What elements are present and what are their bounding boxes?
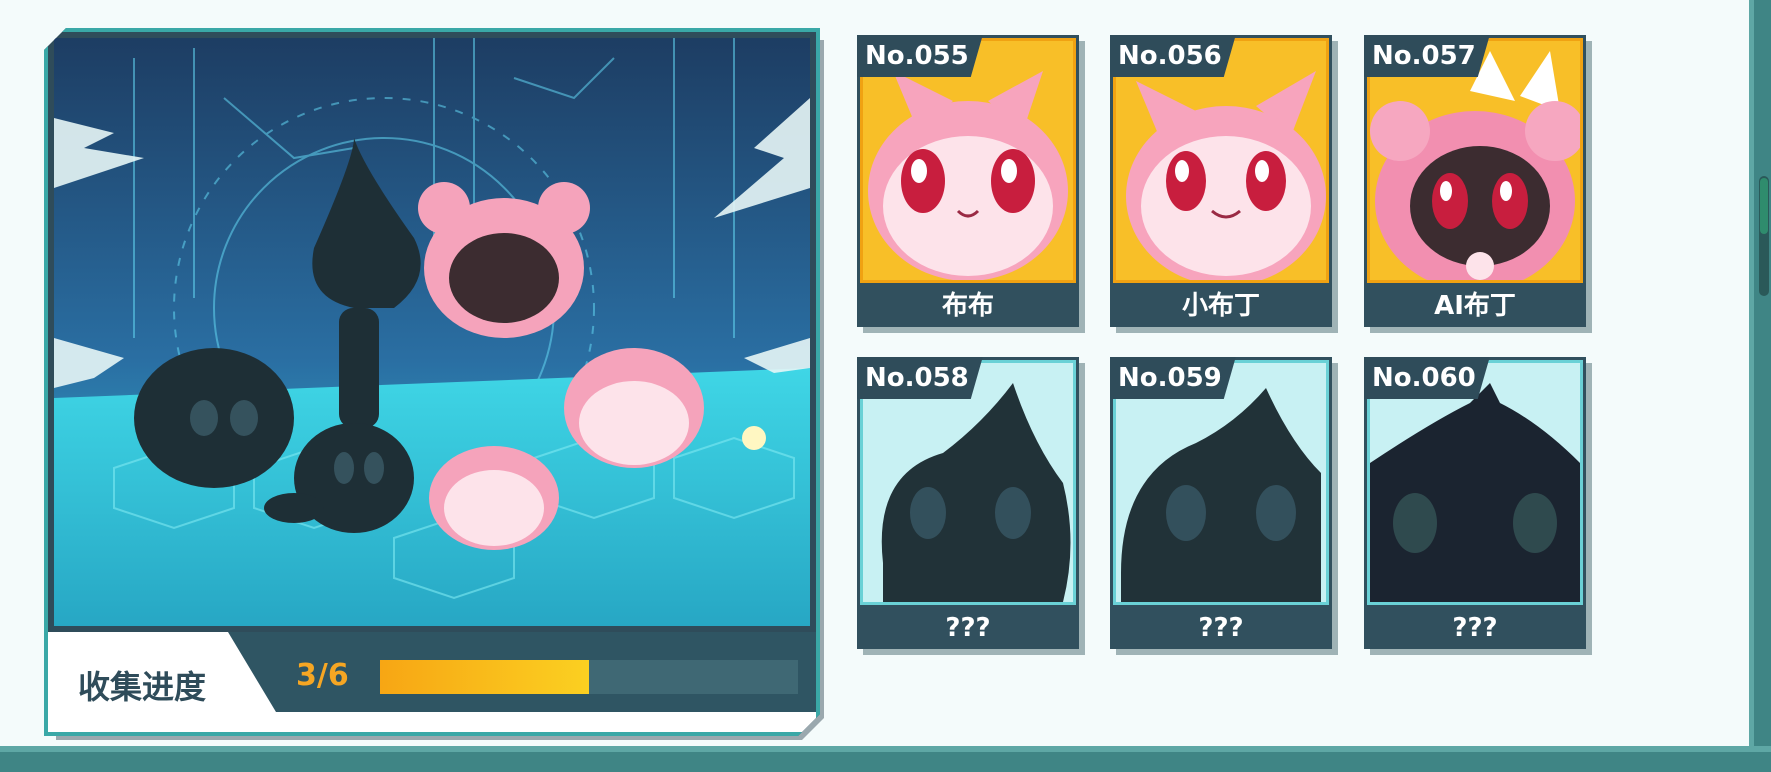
card-number: No.058 bbox=[857, 357, 983, 399]
card-name: 布布 bbox=[941, 291, 994, 321]
scrollbar[interactable] bbox=[1759, 176, 1769, 296]
collection-progress: 收集进度 3/6 bbox=[48, 632, 816, 732]
card-number: No.057 bbox=[1364, 35, 1490, 77]
progress-label: 收集进度 bbox=[78, 668, 207, 706]
card-060[interactable]: No.060 ??? bbox=[1364, 357, 1586, 649]
card-057[interactable]: No.057 AI布丁 bbox=[1364, 35, 1586, 327]
card-name: 小布丁 bbox=[1181, 291, 1260, 321]
showcase-panel: 收集进度 3/6 bbox=[44, 28, 820, 736]
group-scene-illustration bbox=[54, 38, 810, 626]
progress-track bbox=[380, 660, 798, 694]
card-name: ??? bbox=[1452, 613, 1498, 643]
card-number: No.055 bbox=[857, 35, 983, 77]
progress-fill bbox=[380, 660, 589, 694]
card-name: ??? bbox=[1198, 613, 1244, 643]
progress-count: 3/6 bbox=[296, 658, 349, 693]
card-number: No.060 bbox=[1364, 357, 1490, 399]
card-055[interactable]: No.055 布布 bbox=[857, 35, 1079, 327]
card-058[interactable]: No.058 ??? bbox=[857, 357, 1079, 649]
progress-bottom-strip bbox=[48, 712, 816, 732]
card-number: No.056 bbox=[1110, 35, 1236, 77]
card-name: AI布丁 bbox=[1434, 291, 1516, 321]
card-059[interactable]: No.059 ??? bbox=[1110, 357, 1332, 649]
scrollbar-thumb[interactable] bbox=[1760, 178, 1768, 234]
right-frame bbox=[1749, 0, 1771, 772]
card-056[interactable]: No.056 小布丁 bbox=[1110, 35, 1332, 327]
card-name: ??? bbox=[945, 613, 991, 643]
card-number: No.059 bbox=[1110, 357, 1236, 399]
bottom-frame bbox=[0, 746, 1771, 772]
